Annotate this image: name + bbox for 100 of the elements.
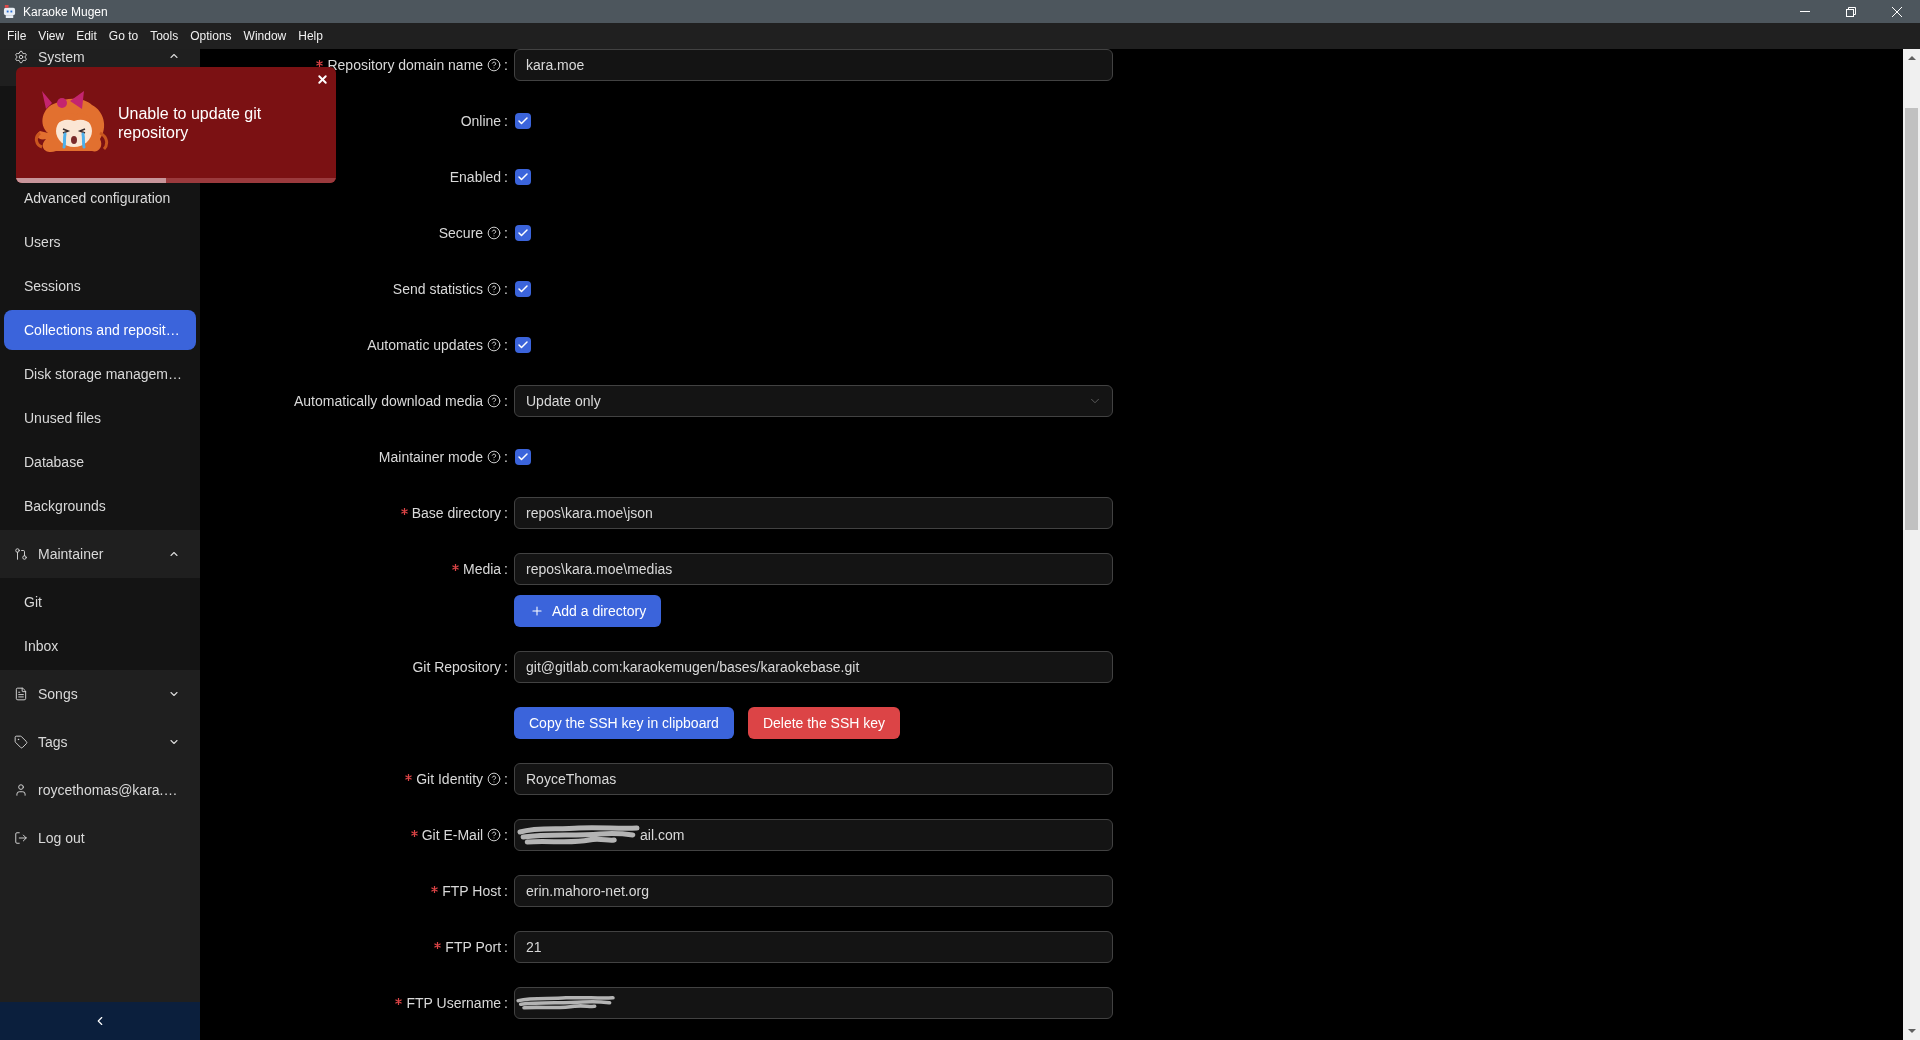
user-icon: [14, 783, 28, 797]
window-title: Karaoke Mugen: [23, 4, 108, 19]
checkbox[interactable]: [515, 281, 531, 297]
label-colon: :: [504, 881, 508, 901]
field-label: Git Repository: [412, 657, 502, 677]
field-label: Media: [462, 559, 502, 579]
settings-icon: [14, 50, 28, 64]
checkbox[interactable]: [515, 169, 531, 185]
submenu-item[interactable]: Advanced configuration: [4, 178, 196, 218]
notification-message: Unable to update git repository: [118, 103, 263, 142]
label-colon: :: [504, 503, 508, 523]
label-colon: :: [504, 55, 508, 75]
label-colon: :: [504, 769, 508, 789]
scrollbar-thumb[interactable]: [1905, 108, 1918, 530]
sidebar-link[interactable]: roycethomas@kara.…: [4, 770, 196, 810]
label-colon: :: [504, 447, 508, 467]
close-icon: [315, 72, 329, 86]
text-input[interactable]: ail.com: [514, 819, 1113, 851]
scrollbar[interactable]: [1903, 49, 1920, 1040]
logout-icon: [14, 831, 28, 845]
label-colon: :: [504, 391, 508, 411]
submenu-item[interactable]: Sessions: [4, 266, 196, 306]
field-label: FTP Port: [445, 937, 502, 957]
menu-item[interactable]: File: [1, 23, 33, 49]
submenu-item[interactable]: Unused files: [4, 398, 196, 438]
field-label: Git Identity: [416, 769, 484, 789]
select-dropdown[interactable]: Update only: [514, 385, 1113, 417]
checkbox[interactable]: [515, 337, 531, 353]
check-icon: [517, 283, 529, 295]
label-colon: :: [504, 993, 508, 1013]
submenu-item[interactable]: Disk storage managem…: [4, 354, 196, 394]
delete-key-button[interactable]: Delete the SSH key: [747, 707, 901, 739]
label-colon: :: [504, 657, 508, 677]
submenu-header[interactable]: System: [4, 49, 196, 82]
check-icon: [517, 451, 529, 463]
check-icon: [517, 171, 529, 183]
menu-item[interactable]: View: [32, 23, 71, 49]
menu-item[interactable]: Edit: [70, 23, 103, 49]
label-colon: :: [504, 167, 508, 187]
restore-icon: [1846, 6, 1856, 17]
scroll-up-arrow-icon[interactable]: [1907, 56, 1916, 60]
check-icon: [517, 339, 529, 351]
field-label: Online: [460, 111, 502, 131]
text-input[interactable]: repos\kara.moe\json: [514, 497, 1113, 529]
label-colon: :: [504, 111, 508, 131]
submenu-item[interactable]: Users: [4, 222, 196, 262]
field-label: Automatic updates: [367, 335, 484, 355]
menu-item[interactable]: Options: [184, 23, 238, 49]
submenu-header[interactable]: Tags: [4, 722, 196, 762]
submenu-item[interactable]: Collections and reposit…: [4, 310, 196, 350]
plus-icon: [530, 604, 544, 618]
field-label: FTP Host: [442, 881, 502, 901]
check-icon: [517, 115, 529, 127]
checkbox[interactable]: [515, 113, 531, 129]
field-label: Maintainer mode: [378, 447, 484, 467]
pull-request-icon: [14, 547, 28, 561]
text-input[interactable]: git@gitlab.com:karaokemugen/bases/karaokebase.git: [514, 651, 1113, 683]
submenu-header[interactable]: Maintainer: [4, 534, 196, 574]
field-label: Automatically download media: [294, 391, 484, 411]
submenu-item[interactable]: Inbox: [4, 626, 196, 666]
sidebar-link[interactable]: Log out: [4, 818, 196, 858]
menu-item[interactable]: Help: [292, 23, 329, 49]
label-colon: :: [504, 825, 508, 845]
submenu-item[interactable]: Database: [4, 442, 196, 482]
document-icon: [14, 687, 28, 701]
checkbox[interactable]: [515, 449, 531, 465]
menu-item[interactable]: Window: [237, 23, 293, 49]
field-label: Send statistics: [392, 279, 484, 299]
label-colon: :: [504, 937, 508, 957]
field-label: FTP Username: [406, 993, 502, 1013]
field-label: Base directory: [411, 503, 502, 523]
field-label: Repository domain name: [327, 55, 484, 75]
text-input[interactable]: repos\kara.moe\medias: [514, 553, 1113, 585]
minimize-icon: [1800, 11, 1810, 12]
label-colon: :: [504, 279, 508, 299]
close-button[interactable]: [315, 72, 329, 86]
text-input[interactable]: [514, 987, 1113, 1019]
field-label: Git E-Mail: [421, 825, 484, 845]
text-input[interactable]: kara.moe: [514, 49, 1113, 81]
scroll-down-arrow-icon[interactable]: [1907, 1029, 1916, 1033]
text-input[interactable]: erin.mahoro-net.org: [514, 875, 1113, 907]
menu-item[interactable]: Tools: [144, 23, 185, 49]
label-colon: :: [504, 223, 508, 243]
submenu-item[interactable]: Git: [4, 582, 196, 622]
submenu-item[interactable]: Backgrounds: [4, 486, 196, 526]
label-colon: :: [504, 335, 508, 355]
copy-key-button[interactable]: Copy the SSH key in clipboard: [514, 707, 734, 739]
add-directory-button[interactable]: Add a directory: [514, 595, 662, 627]
field-label: Enabled: [449, 167, 502, 187]
text-input[interactable]: RoyceThomas: [514, 763, 1113, 795]
app-logo-icon: [3, 5, 16, 18]
menu-item[interactable]: Go to: [102, 23, 145, 49]
text-input[interactable]: 21: [514, 931, 1113, 963]
checkbox[interactable]: [515, 225, 531, 241]
submenu-header[interactable]: Songs: [4, 674, 196, 714]
label-colon: :: [504, 559, 508, 579]
field-label: Secure: [438, 223, 484, 243]
check-icon: [517, 227, 529, 239]
tag-icon: [14, 735, 28, 749]
close-icon: [1892, 6, 1902, 17]
